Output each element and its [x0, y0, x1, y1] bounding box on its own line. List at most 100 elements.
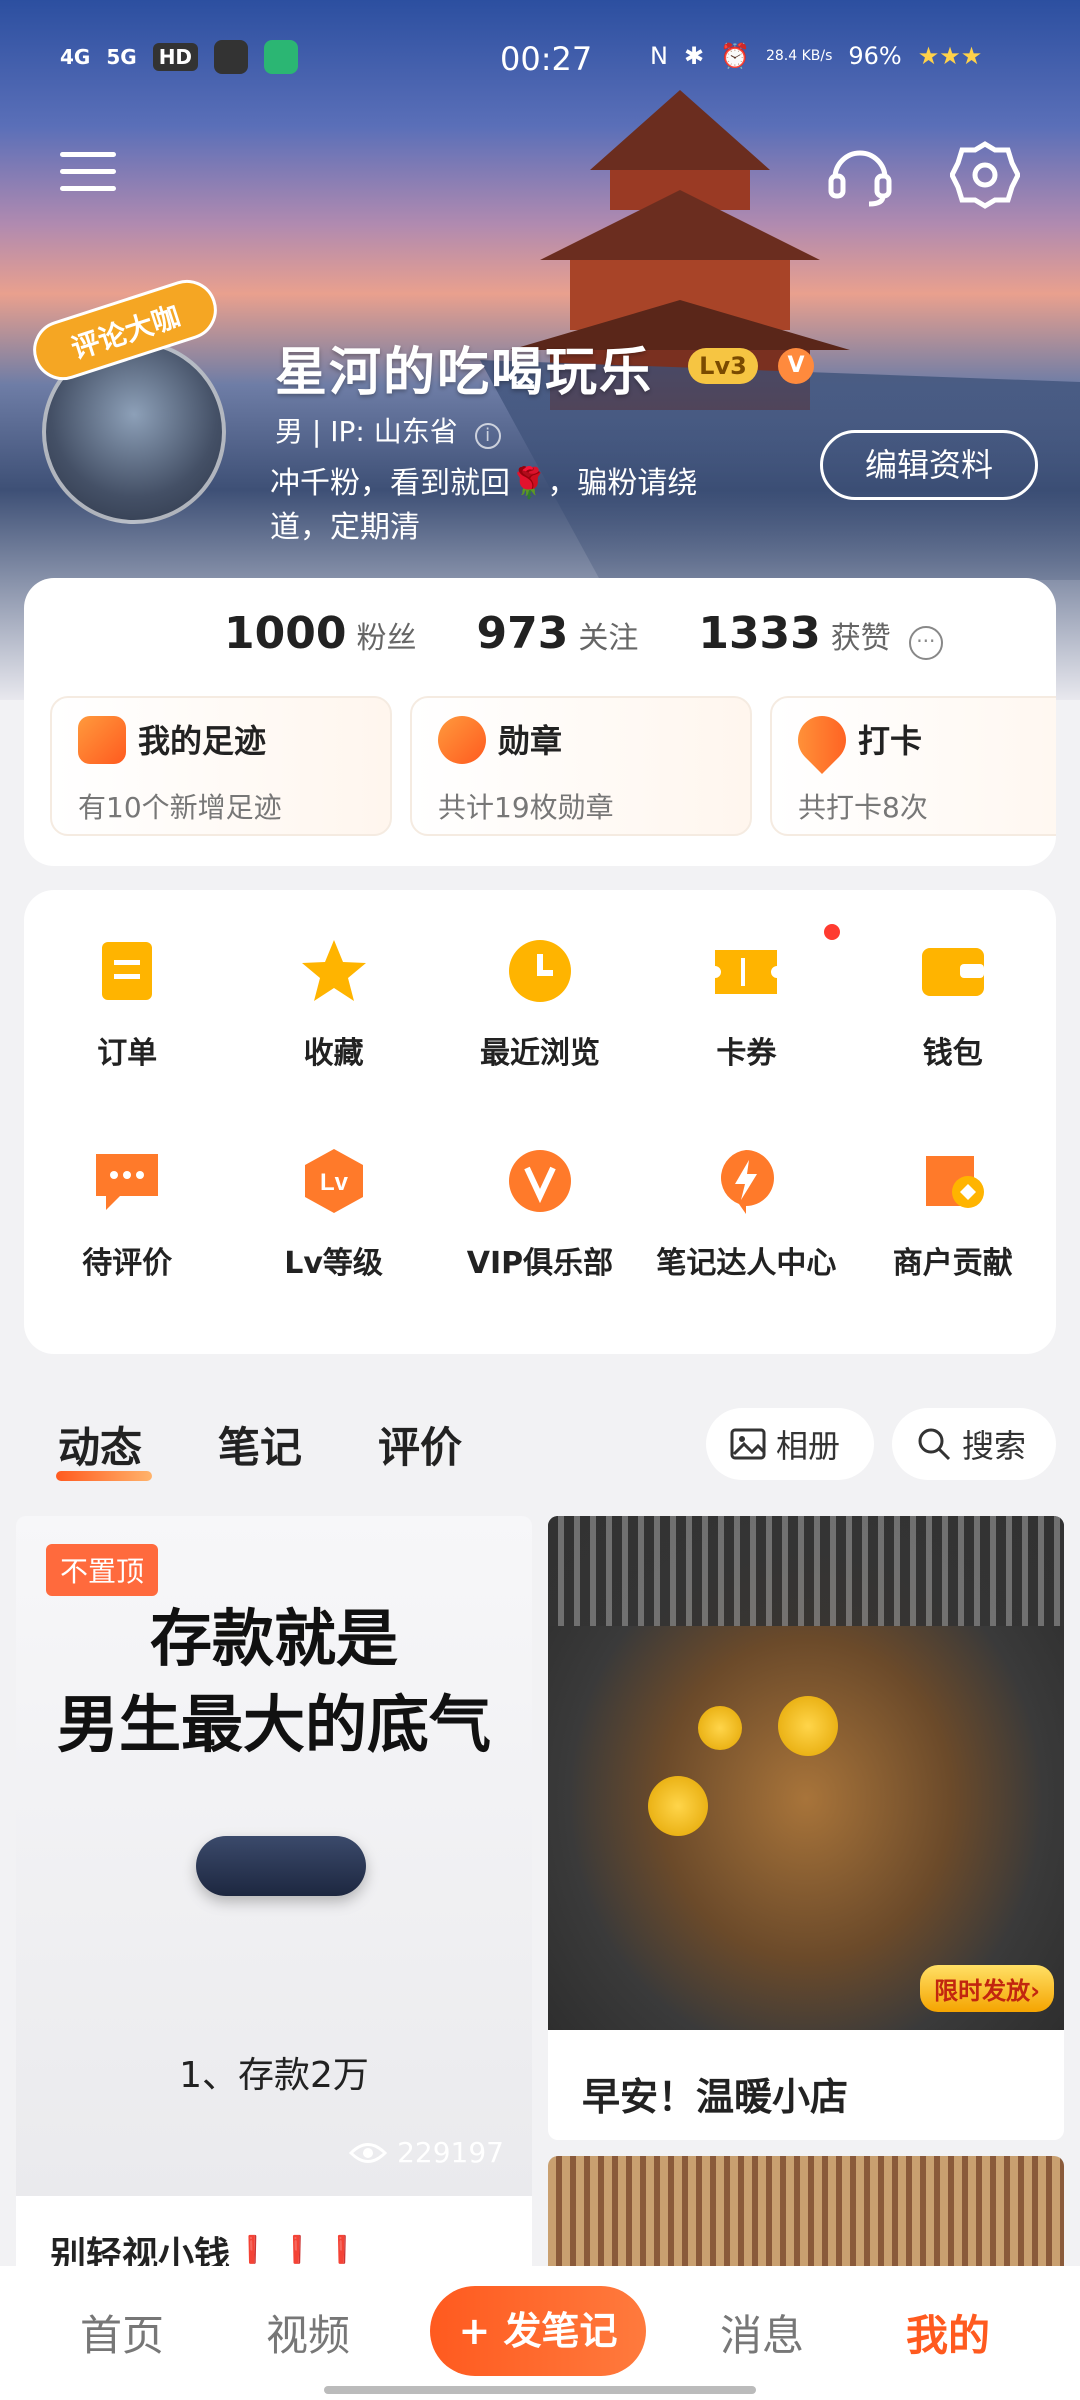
edit-profile-button[interactable]: 编辑资料 — [820, 430, 1038, 500]
level-badge[interactable]: Lv3 — [688, 348, 758, 384]
grid-label: 商户贡献 — [892, 1246, 1013, 1281]
stars-icon: ★★★ — [917, 42, 983, 70]
nav-home[interactable]: 首页 — [80, 2302, 164, 2363]
comment-icon — [96, 1154, 159, 1210]
battery-level: 96% — [848, 42, 902, 70]
bio: 冲千粉，看到就回🌹，骗粉请绕道，定期清 — [270, 466, 698, 545]
fans-stat[interactable]: 1000 粉丝 — [224, 608, 416, 659]
fans-count: 1000 — [224, 608, 347, 659]
nav-messages[interactable]: 消息 — [720, 2302, 804, 2363]
level-icon: Lv — [304, 1149, 363, 1213]
grid-label: 笔记达人中心 — [656, 1246, 837, 1281]
content-tabs: 动态 笔记 评价 — [55, 1414, 462, 1481]
search-label: 搜索 — [962, 1427, 1027, 1465]
hd-icon: HD — [152, 43, 199, 71]
post-note-button[interactable]: + 发笔记 — [430, 2286, 646, 2376]
grid-item-note-expert[interactable]: 笔记达人中心 — [643, 1122, 849, 1332]
poster-subtitle: 1、存款2万 — [179, 2055, 369, 2096]
search-button[interactable]: 搜索 — [892, 1408, 1056, 1480]
likes-stat[interactable]: 1333 获赞 ··· — [698, 608, 943, 660]
grid-label: Lv等级 — [284, 1246, 383, 1281]
gender-ip-text: 男 | IP: 山东省 — [275, 415, 458, 448]
grid-label: 钱包 — [922, 1036, 983, 1071]
feed-card-right-image[interactable]: 限时发放› — [548, 1516, 1064, 2030]
grid-label: 卡券 — [716, 1036, 777, 1071]
promo-badge[interactable]: 限时发放› — [920, 1965, 1054, 2012]
corn-image — [698, 1706, 742, 1750]
nav-video[interactable]: 视频 — [266, 2302, 350, 2363]
grill-texture — [548, 1516, 1064, 1626]
tab-dynamic[interactable]: 动态 — [55, 1414, 153, 1481]
grid-item-vip-club[interactable]: VIP俱乐部 — [437, 1122, 643, 1332]
feature-subtitle: 共计19枚勋章 — [438, 791, 614, 824]
view-count-value: 229197 — [397, 2136, 504, 2169]
gender-ip-info: 男 | IP: 山东省 i — [275, 410, 501, 450]
eye-icon — [349, 2142, 388, 2163]
star-icon — [301, 940, 366, 1001]
feature-subtitle: 有10个新增足迹 — [78, 791, 282, 824]
network-4g-icon: 4G — [60, 45, 91, 69]
grid-item-merchant-contribution[interactable]: 商户贡献 — [850, 1122, 1056, 1332]
view-count: 229197 — [349, 2136, 504, 2169]
grid-item-orders[interactable]: 订单 — [24, 912, 230, 1122]
grid-item-favorites[interactable]: 收藏 — [230, 912, 436, 1122]
likes-count: 1333 — [698, 608, 821, 659]
menu-icon[interactable] — [60, 140, 130, 210]
info-icon[interactable]: i — [474, 423, 501, 449]
follow-stat[interactable]: 973 关注 — [476, 608, 638, 659]
bluetooth-icon: ✱ — [683, 42, 705, 70]
album-button[interactable]: 相册 — [706, 1408, 874, 1480]
wechat-notification-icon — [264, 40, 299, 74]
tab-reviews[interactable]: 评价 — [378, 1414, 462, 1475]
clock-icon — [508, 940, 571, 1002]
likes-label: 获赞 — [830, 621, 891, 656]
pin-tag[interactable]: 不置顶 — [46, 1544, 159, 1596]
grid-label: 收藏 — [303, 1036, 364, 1071]
bottom-navigation: 首页 视频 + 发笔记 消息 我的 — [0, 2266, 1080, 2400]
order-icon — [102, 942, 153, 1000]
nfc-icon: N — [650, 42, 668, 70]
more-icon[interactable]: ··· — [908, 626, 943, 660]
nav-me[interactable]: 我的 — [906, 2302, 990, 2363]
footprint-card[interactable]: 我的足迹 有10个新增足迹 — [50, 696, 392, 836]
services-grid-card: 订单 收藏 最近浏览 卡券 钱包 待评价 Lv Lv等级 VIP俱乐部 笔记达人… — [24, 890, 1056, 1354]
vip-badge[interactable]: V — [778, 348, 814, 384]
medal-icon — [438, 716, 486, 764]
feed-card-left[interactable]: 不置顶 存款就是 男生最大的底气 1、存款2万 229197 — [16, 1516, 532, 2256]
album-label: 相册 — [776, 1427, 841, 1465]
notification-dot — [821, 922, 842, 942]
stats-card: 1000 粉丝 973 关注 1333 获赞 ··· 我的足迹 有10个新增足迹… — [24, 578, 1056, 866]
headset-icon[interactable] — [825, 140, 895, 210]
feature-subtitle: 共打卡8次 — [798, 791, 928, 824]
feature-title: 勋章 — [498, 722, 563, 760]
grid-item-level[interactable]: Lv Lv等级 — [230, 1122, 436, 1332]
home-indicator[interactable] — [324, 2386, 756, 2394]
feed-caption-right[interactable]: 早安！温暖小店 — [548, 2030, 1064, 2140]
grid-item-pending-review[interactable]: 待评价 — [24, 1122, 230, 1332]
grid-label: VIP俱乐部 — [466, 1246, 614, 1281]
tab-notes[interactable]: 笔记 — [218, 1414, 302, 1475]
lightning-icon — [721, 1150, 775, 1214]
checkin-card[interactable]: 打卡 共打卡8次 — [770, 696, 1056, 836]
gear-icon[interactable] — [950, 140, 1020, 210]
grid-label: 待评价 — [82, 1246, 173, 1281]
grid-item-coupons[interactable]: 卡券 — [643, 912, 849, 1122]
poster-title-line2: 男生最大的底气 — [56, 1688, 491, 1761]
medal-card[interactable]: 勋章 共计19枚勋章 — [410, 696, 752, 836]
wallet-icon — [921, 948, 984, 996]
network-speed: 28.4 KB/s — [765, 48, 833, 64]
vip-icon — [508, 1150, 571, 1212]
poster-title-line1: 存款就是 — [149, 1602, 398, 1675]
status-bar: 4G 5G HD 00:27 N ✱ ⏰ 28.4 KB/s 96% ★★★ — [0, 30, 1080, 90]
poster-title: 存款就是 男生最大的底气 — [16, 1596, 532, 1768]
grid-item-wallet[interactable]: 钱包 — [850, 912, 1056, 1122]
follow-count: 973 — [476, 608, 569, 659]
map-icon — [78, 716, 126, 764]
network-5g-icon: 5G — [106, 45, 137, 69]
fans-label: 粉丝 — [356, 621, 417, 656]
svg-text:Lv: Lv — [320, 1169, 349, 1196]
follow-label: 关注 — [578, 621, 639, 656]
grid-item-recent[interactable]: 最近浏览 — [437, 912, 643, 1122]
corn-image — [648, 1776, 708, 1836]
checkin-pin-icon — [788, 706, 856, 774]
